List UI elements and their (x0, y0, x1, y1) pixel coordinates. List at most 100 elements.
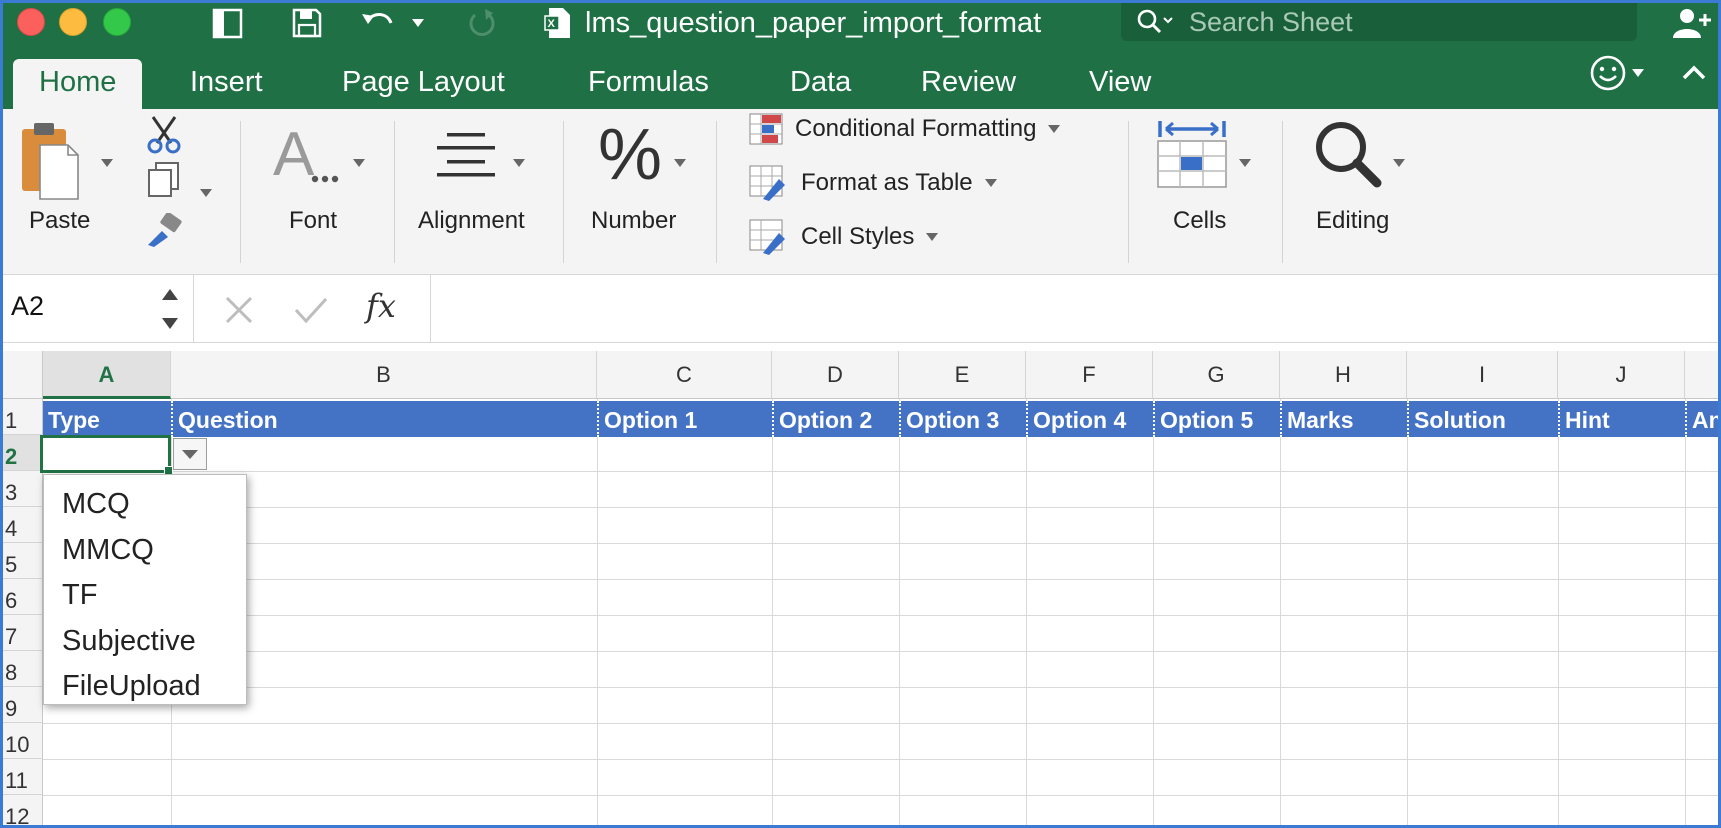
format-painter-icon[interactable] (144, 211, 184, 254)
row-header-2[interactable]: 2 (3, 435, 43, 471)
undo-dropdown-icon[interactable] (411, 3, 425, 43)
header-cell-answer[interactable]: Ans (1685, 401, 1718, 437)
column-header-g[interactable]: G (1153, 351, 1280, 399)
select-all-corner[interactable] (3, 351, 43, 399)
collapse-ribbon-icon[interactable] (1681, 53, 1707, 93)
function-fx-icon[interactable]: fx (366, 287, 396, 325)
header-cell-option-4[interactable]: Option 4 (1026, 401, 1153, 437)
save-icon[interactable] (291, 3, 323, 43)
row-header-7[interactable]: 7 (3, 615, 43, 651)
cell-styles-button[interactable]: Cell Styles (749, 217, 939, 257)
active-cell-a2[interactable] (40, 435, 171, 473)
minimize-window-button[interactable] (59, 8, 87, 36)
dropdown-option-tf[interactable]: TF (44, 573, 246, 619)
dropdown-option-mcq[interactable]: MCQ (44, 482, 246, 528)
name-box[interactable]: A2 (11, 291, 44, 322)
cells-group-label[interactable]: Cells (1173, 207, 1226, 235)
header-cell-option-5[interactable]: Option 5 (1153, 401, 1280, 437)
search-sheet-input[interactable]: Search Sheet (1121, 3, 1637, 41)
alignment-group-label[interactable]: Alignment (418, 207, 525, 235)
format-as-table-label: Format as Table (801, 169, 973, 196)
number-dropdown-icon[interactable] (674, 159, 686, 167)
row-header-8[interactable]: 8 (3, 651, 43, 687)
column-header-h[interactable]: H (1280, 351, 1407, 399)
row-header-1[interactable]: 1 (3, 399, 43, 435)
format-as-table-button[interactable]: Format as Table (749, 163, 997, 203)
formula-input[interactable]: fx (193, 275, 1718, 343)
row-header-12[interactable]: 12 (3, 795, 43, 825)
header-cell-solution[interactable]: Solution (1407, 401, 1558, 437)
header-cell-question[interactable]: Question (171, 401, 597, 437)
worksheet-grid[interactable]: A B C D E F G H I J 1 2 3 4 5 6 7 8 9 10… (3, 351, 1718, 825)
column-header-b[interactable]: B (171, 351, 597, 399)
copy-icon[interactable] (146, 161, 182, 204)
row-header-4[interactable]: 4 (3, 507, 43, 543)
dropdown-option-subjective[interactable]: Subjective (44, 619, 246, 665)
editing-magnifier-icon[interactable] (1313, 121, 1383, 194)
column-header-a[interactable]: A (43, 351, 171, 399)
header-cell-option-1[interactable]: Option 1 (597, 401, 772, 437)
row-header-5[interactable]: 5 (3, 543, 43, 579)
editing-dropdown-icon[interactable] (1393, 159, 1405, 167)
row-header-11[interactable]: 11 (3, 759, 43, 795)
confirm-formula-icon[interactable] (294, 295, 328, 330)
close-window-button[interactable] (17, 8, 45, 36)
name-box-stepper-icon[interactable] (161, 287, 179, 336)
maximize-window-button[interactable] (103, 8, 131, 36)
font-dropdown-icon[interactable] (353, 159, 365, 167)
column-header-f[interactable]: F (1026, 351, 1153, 399)
percent-number-icon[interactable]: % (596, 115, 662, 195)
column-header-e[interactable]: E (899, 351, 1026, 399)
cut-scissors-icon[interactable] (145, 115, 183, 160)
header-cell-hint[interactable]: Hint (1558, 401, 1685, 437)
cells-dropdown-icon[interactable] (1239, 159, 1251, 167)
column-header-d[interactable]: D (772, 351, 899, 399)
svg-text:X: X (548, 18, 556, 30)
row-header-10[interactable]: 10 (3, 723, 43, 759)
formula-bar: A2 fx (3, 275, 1718, 343)
data-validation-dropdown-button[interactable] (173, 438, 207, 470)
font-icon[interactable]: A (271, 120, 339, 196)
sidebar-toggle-icon[interactable] (211, 3, 245, 43)
tab-view[interactable]: View (1089, 59, 1151, 109)
row-header-6[interactable]: 6 (3, 579, 43, 615)
tab-insert[interactable]: Insert (190, 59, 263, 109)
conditional-formatting-button[interactable]: Conditional Formatting (749, 109, 1061, 149)
row-header-9[interactable]: 9 (3, 687, 43, 723)
ribbon-separator (1282, 121, 1283, 263)
tab-formulas[interactable]: Formulas (588, 59, 709, 109)
header-cell-type[interactable]: Type (43, 401, 171, 437)
copy-dropdown-icon[interactable] (200, 189, 212, 197)
alignment-dropdown-icon[interactable] (513, 159, 525, 167)
dropdown-option-fileupload[interactable]: FileUpload (44, 664, 246, 710)
undo-icon[interactable] (359, 3, 399, 43)
dropdown-option-mmcq[interactable]: MMCQ (44, 528, 246, 574)
paste-label[interactable]: Paste (29, 207, 90, 235)
editing-group-label[interactable]: Editing (1316, 207, 1389, 235)
smiley-feedback-icon[interactable] (1588, 53, 1650, 93)
font-group-label[interactable]: Font (289, 207, 337, 235)
header-cell-option-2[interactable]: Option 2 (772, 401, 899, 437)
number-group-label[interactable]: Number (591, 207, 676, 235)
paste-dropdown-icon[interactable] (101, 159, 113, 167)
cell-styles-dropdown-icon (926, 233, 939, 241)
tab-page-layout[interactable]: Page Layout (342, 59, 505, 109)
row-header-3[interactable]: 3 (3, 471, 43, 507)
ribbon-separator (394, 121, 395, 263)
column-header-c[interactable]: C (597, 351, 772, 399)
cells-icon[interactable] (1156, 119, 1228, 196)
share-add-person-icon[interactable] (1671, 3, 1715, 43)
header-cell-marks[interactable]: Marks (1280, 401, 1407, 437)
header-cell-option-3[interactable]: Option 3 (899, 401, 1026, 437)
cancel-formula-icon[interactable] (224, 295, 254, 330)
paste-clipboard-icon[interactable] (20, 119, 82, 206)
redo-icon[interactable] (465, 3, 499, 43)
gridline (1026, 399, 1027, 825)
tab-data[interactable]: Data (790, 59, 851, 109)
tab-home[interactable]: Home (13, 59, 143, 109)
column-header-k[interactable] (1685, 351, 1718, 399)
tab-review[interactable]: Review (921, 59, 1016, 109)
column-header-i[interactable]: I (1407, 351, 1558, 399)
alignment-icon[interactable] (435, 131, 497, 186)
column-header-j[interactable]: J (1558, 351, 1685, 399)
